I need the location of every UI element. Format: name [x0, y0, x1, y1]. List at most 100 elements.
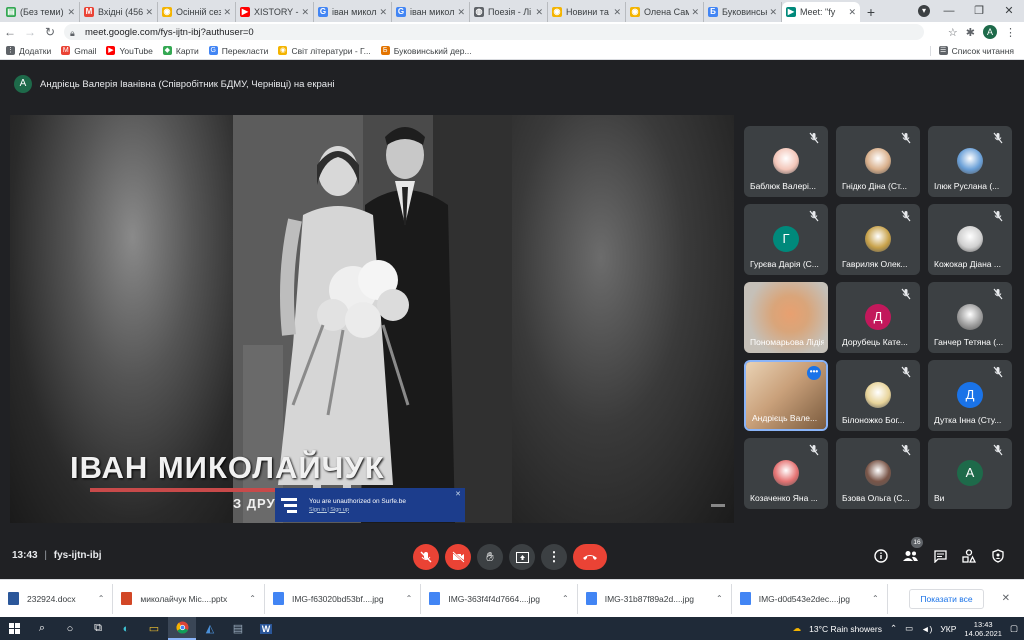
edge-icon[interactable]: ◐ — [112, 617, 140, 640]
browser-tab[interactable]: ▶ XISTORY - В✕ — [236, 2, 314, 22]
network-icon[interactable]: ▭ — [905, 623, 913, 634]
chevron-up-icon[interactable]: ⌃ — [872, 594, 879, 603]
chevron-up-icon[interactable]: ⌃ — [98, 594, 105, 603]
tab-close-icon[interactable]: ✕ — [67, 7, 75, 18]
camera-off-button[interactable] — [445, 544, 471, 570]
bookmark-item[interactable]: ◉ Світ літератури - Г... — [278, 46, 371, 56]
more-options-button[interactable]: ⋮ — [541, 544, 567, 570]
maximize-button[interactable]: ❐ — [964, 0, 994, 22]
participant-tile[interactable]: Ганчер Тетяна (... — [928, 282, 1012, 353]
close-shelf-icon[interactable]: ✕ — [1002, 593, 1010, 604]
word-icon[interactable]: W — [252, 617, 280, 640]
participant-tile[interactable]: Бзова Ольга (С... — [836, 438, 920, 509]
browser-tab[interactable]: ▶ Meet: "fy ✕ — [782, 2, 860, 22]
language-indicator[interactable]: УКР — [940, 624, 956, 634]
cortana-icon[interactable]: ○ — [56, 617, 84, 640]
participant-tile[interactable]: A Ви — [928, 438, 1012, 509]
task-view-icon[interactable]: ⧉ — [84, 617, 112, 640]
volume-icon[interactable]: ◄) — [921, 624, 932, 634]
tab-close-icon[interactable]: ✕ — [457, 7, 465, 18]
tab-close-icon[interactable]: ✕ — [848, 7, 856, 18]
bookmark-item[interactable]: Б Буковинський дер... — [380, 46, 472, 56]
participant-tile[interactable]: Г Гурєва Дарія (С... — [744, 204, 828, 275]
browser-tab[interactable]: ◉ Олена Самч✕ — [626, 2, 704, 22]
activities-button[interactable] — [961, 548, 977, 564]
download-item[interactable]: IMG-31b87f89a2d....jpg ⌃ — [578, 583, 732, 614]
tab-close-icon[interactable]: ✕ — [145, 7, 153, 18]
participant-tile[interactable]: Д Дорубець Кате... — [836, 282, 920, 353]
store-icon[interactable]: ▤ — [224, 617, 252, 640]
meeting-code[interactable]: fys-ijtn-ibj — [54, 550, 102, 561]
bookmark-item[interactable]: G Перекласти — [208, 46, 268, 56]
bookmark-item[interactable]: ▶ YouTube — [106, 46, 153, 56]
participant-tile[interactable]: Козаченко Яна ... — [744, 438, 828, 509]
tab-close-icon[interactable]: ✕ — [769, 7, 777, 18]
tab-search-icon[interactable]: ▾ — [918, 5, 930, 17]
app-icon[interactable]: ◭ — [196, 617, 224, 640]
reload-button[interactable]: ↻ — [40, 25, 60, 39]
browser-tab[interactable]: ◉ Осінній сезо✕ — [158, 2, 236, 22]
tab-close-icon[interactable]: ✕ — [379, 7, 387, 18]
participant-tile[interactable]: Д Дутка Інна (Сту... — [928, 360, 1012, 431]
reading-list[interactable]: ☰ Список читання — [929, 45, 1014, 56]
back-button[interactable]: ← — [0, 25, 20, 39]
participant-tile[interactable]: Кожокар Діана ... — [928, 204, 1012, 275]
browser-tab[interactable]: ▤ (Без теми) - ✕ — [2, 2, 80, 22]
explorer-icon[interactable]: ▭ — [140, 617, 168, 640]
bookmark-item[interactable]: ◆ Карти — [162, 46, 199, 56]
close-icon[interactable]: ✕ — [455, 490, 461, 498]
profile-avatar[interactable]: A — [983, 25, 997, 39]
tab-close-icon[interactable]: ✕ — [301, 7, 309, 18]
participant-tile[interactable]: ••• Андрієць Вале... — [744, 360, 828, 431]
download-item[interactable]: IMG-f63020bd53bf....jpg ⌃ — [265, 583, 422, 614]
close-window-button[interactable]: ✕ — [994, 0, 1024, 22]
chrome-icon[interactable] — [168, 617, 196, 640]
tab-close-icon[interactable]: ✕ — [613, 7, 621, 18]
tab-close-icon[interactable]: ✕ — [223, 7, 231, 18]
surfe-banner[interactable]: You are unauthorized on Surfe.be Sign in… — [275, 488, 465, 522]
participant-tile[interactable]: Пономарьова Лідія... — [744, 282, 828, 353]
notifications-icon[interactable]: ▢ — [1010, 623, 1018, 634]
url-bar[interactable]: 🔒︎ meet.google.com/fys-ijtn-ibj?authuser… — [64, 24, 924, 40]
browser-tab[interactable]: ◍ Поезія - Лі ✕ — [470, 2, 548, 22]
forward-button[interactable]: → — [20, 25, 40, 39]
bookmark-item[interactable]: M Gmail — [61, 46, 96, 56]
browser-tab[interactable]: M Вхідні (456) ✕ — [80, 2, 158, 22]
tray-clock[interactable]: 13:43 14.06.2021 — [964, 620, 1002, 638]
leave-call-button[interactable] — [573, 544, 607, 570]
present-now-button[interactable] — [509, 544, 535, 570]
star-icon[interactable]: ☆ — [948, 26, 958, 39]
browser-tab[interactable]: Gіван микол ✕ — [392, 2, 470, 22]
minimize-button[interactable]: — — [934, 0, 964, 22]
start-button[interactable] — [0, 617, 28, 640]
new-tab-button[interactable]: + — [860, 2, 882, 22]
download-item[interactable]: 232924.docx ⌃ — [0, 583, 114, 614]
show-all-downloads-button[interactable]: Показати все — [909, 588, 984, 609]
meeting-details-button[interactable] — [873, 548, 889, 564]
extensions-icon[interactable]: ✱ — [966, 26, 975, 39]
chevron-up-icon[interactable]: ⌃ — [249, 594, 256, 603]
participant-tile[interactable]: Гнідко Діна (Ст... — [836, 126, 920, 197]
chevron-up-icon[interactable]: ⌃ — [562, 594, 569, 603]
download-item[interactable]: миколайчук Mic....pptx ⌃ — [113, 583, 265, 614]
microphone-off-button[interactable] — [413, 544, 439, 570]
surfe-signin-link[interactable]: Sign in | Sign up — [309, 507, 406, 513]
tray-chevron-icon[interactable]: ⌃ — [890, 623, 897, 634]
menu-icon[interactable]: ⋮ — [1005, 26, 1016, 39]
weather-text[interactable]: 13°C Rain showers — [809, 624, 882, 634]
tab-close-icon[interactable]: ✕ — [535, 7, 543, 18]
raise-hand-button[interactable]: ✋︎ — [477, 544, 503, 570]
browser-tab[interactable]: ◉ Новини та ✕ — [548, 2, 626, 22]
bookmark-item[interactable]: ⋮ Додатки — [6, 46, 51, 56]
download-item[interactable]: IMG-d0d543e2dec....jpg ⌃ — [732, 583, 888, 614]
participant-tile[interactable]: Ілюк Руслана (... — [928, 126, 1012, 197]
chat-button[interactable] — [932, 548, 948, 564]
download-item[interactable]: IMG-363f4f4d7664....jpg ⌃ — [421, 583, 578, 614]
more-options-icon[interactable]: ••• — [807, 366, 821, 380]
participant-tile[interactable]: Гавриляк Олек... — [836, 204, 920, 275]
chevron-up-icon[interactable]: ⌃ — [716, 594, 723, 603]
host-controls-button[interactable] — [990, 548, 1006, 564]
tab-close-icon[interactable]: ✕ — [691, 7, 699, 18]
browser-tab[interactable]: Gіван микола ✕ — [314, 2, 392, 22]
participant-tile[interactable]: Баблюк Валері... — [744, 126, 828, 197]
